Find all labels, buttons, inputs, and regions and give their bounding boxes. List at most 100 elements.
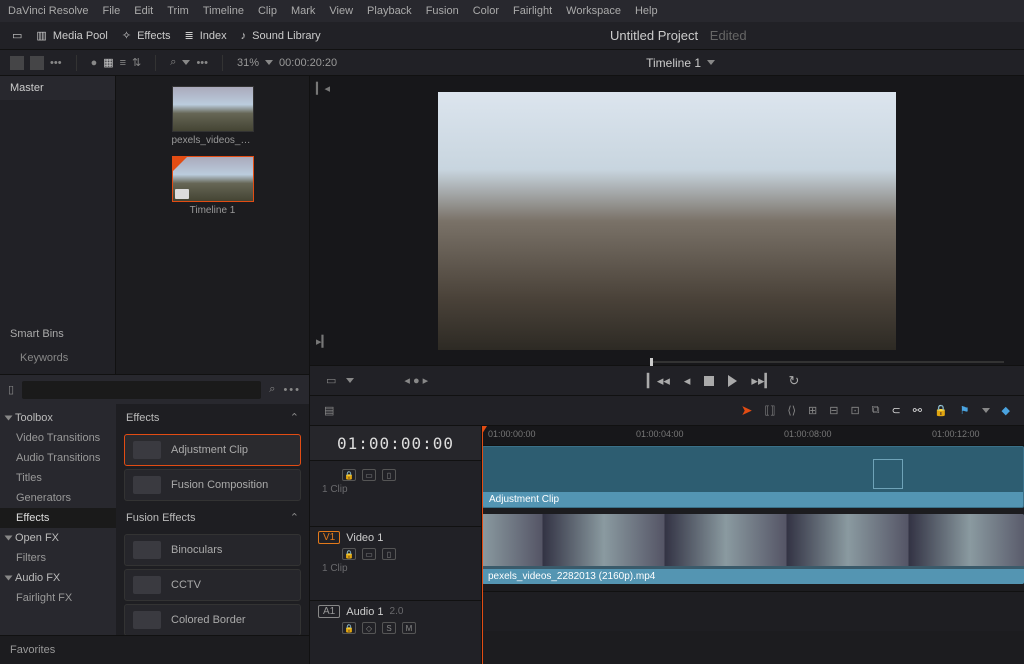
snapping-icon[interactable]: ⊂ xyxy=(892,404,901,417)
chevron-down-icon[interactable] xyxy=(182,60,190,65)
menu-item[interactable]: Timeline xyxy=(203,5,244,17)
skip-end-icon[interactable]: ▸▎ xyxy=(316,335,334,353)
menu-item[interactable]: Trim xyxy=(167,5,189,17)
viewer-frame[interactable] xyxy=(438,92,896,350)
track-badge[interactable]: V1 xyxy=(318,531,340,544)
step-forward-button[interactable]: ▸▸▎ xyxy=(751,373,774,389)
tree-effects[interactable]: Effects xyxy=(0,508,116,528)
effect-binoculars[interactable]: Binoculars xyxy=(124,534,301,566)
collapse-icon[interactable]: ⌃ xyxy=(290,411,299,424)
menu-item[interactable]: Help xyxy=(635,5,658,17)
stop-button[interactable] xyxy=(704,376,714,386)
track-badge[interactable]: A1 xyxy=(318,605,340,618)
menu-item[interactable]: Workspace xyxy=(566,5,621,17)
tree-video-transitions[interactable]: Video Transitions xyxy=(0,428,116,448)
skip-start-icon[interactable]: ▎◂ xyxy=(316,82,334,100)
loop-button[interactable]: ↻ xyxy=(788,373,799,389)
menu-item[interactable]: Playback xyxy=(367,5,412,17)
disable-icon[interactable]: ◇ xyxy=(362,622,376,634)
lock-icon[interactable]: 🔒 xyxy=(342,469,356,481)
layout-icon[interactable]: ▭ xyxy=(12,29,22,42)
search-icon[interactable]: ⌕ xyxy=(269,383,275,396)
sort-icon[interactable]: ⇅ xyxy=(132,56,141,69)
zoom-percent[interactable]: 31% xyxy=(237,57,259,69)
more-icon[interactable]: ••• xyxy=(196,57,208,69)
effect-colored-border[interactable]: Colored Border xyxy=(124,604,301,635)
insert-icon[interactable]: ⊞ xyxy=(808,404,817,417)
play-button[interactable] xyxy=(728,375,737,387)
timeline-tracks[interactable]: 01:00:00:00 01:00:04:00 01:00:08:00 01:0… xyxy=(482,426,1024,664)
effect-adjustment-clip[interactable]: Adjustment Clip xyxy=(124,434,301,466)
index-button[interactable]: ≣ Index xyxy=(185,29,227,42)
import-icon[interactable] xyxy=(10,56,24,70)
blade-tool-icon[interactable]: ⟨⟩ xyxy=(787,404,796,417)
record-icon[interactable]: ● xyxy=(91,57,98,69)
sync-icon[interactable] xyxy=(30,56,44,70)
selection-tool-icon[interactable]: ➤ xyxy=(741,402,753,419)
playhead[interactable] xyxy=(482,426,483,664)
step-back-button[interactable]: ◂ xyxy=(684,373,691,389)
panel-toggle-icon[interactable]: ▯ xyxy=(8,383,14,396)
list-view-icon[interactable]: ≡ xyxy=(120,57,126,69)
chevron-down-icon[interactable] xyxy=(707,60,715,65)
menu-item[interactable]: Edit xyxy=(134,5,153,17)
tree-fairlight-fx[interactable]: Fairlight FX xyxy=(0,588,116,608)
collapse-icon[interactable]: ⌃ xyxy=(290,511,299,524)
chevron-down-icon[interactable] xyxy=(346,378,354,383)
tree-toolbox[interactable]: Toolbox xyxy=(0,408,116,428)
timeline-name[interactable]: Timeline 1 xyxy=(646,56,701,70)
effect-fusion-composition[interactable]: Fusion Composition xyxy=(124,469,301,501)
tree-generators[interactable]: Generators xyxy=(0,488,116,508)
menu-item[interactable]: Color xyxy=(473,5,499,17)
media-thumbnail[interactable]: pexels_videos_22... xyxy=(172,86,254,146)
tree-openfx[interactable]: Open FX xyxy=(0,528,116,548)
solo-icon[interactable]: S xyxy=(382,622,396,634)
clip-adjustment[interactable]: Adjustment Clip xyxy=(482,446,1024,508)
menu-item[interactable]: Fusion xyxy=(426,5,459,17)
effects-search-input[interactable] xyxy=(22,381,261,399)
audio-track-lane[interactable] xyxy=(482,591,1024,631)
lock-icon[interactable]: 🔒 xyxy=(342,548,356,560)
chevron-down-icon[interactable] xyxy=(982,408,990,413)
effects-button[interactable]: ✧ Effects xyxy=(122,29,171,42)
clip-video[interactable]: pexels_videos_2282013 (2160p).mp4 xyxy=(482,514,1024,584)
menu-item[interactable]: Mark xyxy=(291,5,315,17)
lock-icon[interactable]: 🔒 xyxy=(342,622,356,634)
mute-icon[interactable]: M xyxy=(402,622,416,634)
prev-marker-icon[interactable]: ◂ ● ▸ xyxy=(404,374,428,387)
smart-bin-keywords[interactable]: Keywords xyxy=(0,346,115,370)
menu-item[interactable]: Fairlight xyxy=(513,5,552,17)
master-bin[interactable]: Master xyxy=(0,76,115,100)
effect-cctv[interactable]: CCTV xyxy=(124,569,301,601)
mute-icon[interactable]: ▯ xyxy=(382,469,396,481)
crop-icon[interactable]: ▭ xyxy=(326,374,336,387)
menu-item[interactable]: File xyxy=(103,5,121,17)
more-icon[interactable]: ••• xyxy=(50,57,62,69)
tree-audiofx[interactable]: Audio FX xyxy=(0,568,116,588)
sound-library-button[interactable]: ♪ Sound Library xyxy=(241,30,321,42)
media-pool-button[interactable]: ▥ Media Pool xyxy=(36,29,107,42)
favorites-section[interactable]: Favorites xyxy=(0,635,309,664)
scrubber-handle[interactable] xyxy=(650,358,653,366)
timeline-thumbnail[interactable]: Timeline 1 xyxy=(172,156,254,216)
tree-titles[interactable]: Titles xyxy=(0,468,116,488)
timeline-ruler[interactable]: 01:00:00:00 01:00:04:00 01:00:08:00 01:0… xyxy=(482,426,1024,446)
tree-filters[interactable]: Filters xyxy=(0,548,116,568)
search-icon[interactable]: ⌕ xyxy=(170,56,176,69)
overwrite-icon[interactable]: ⊟ xyxy=(829,404,838,417)
viewer-scrubber[interactable] xyxy=(650,361,1004,363)
mute-icon[interactable]: ▯ xyxy=(382,548,396,560)
lock-icon[interactable]: 🔒 xyxy=(934,404,948,417)
tree-audio-transitions[interactable]: Audio Transitions xyxy=(0,448,116,468)
trim-tool-icon[interactable]: ⟦⟧ xyxy=(765,404,776,417)
timeline-view-icon[interactable]: ▤ xyxy=(324,404,334,417)
disable-icon[interactable]: ▭ xyxy=(362,469,376,481)
go-to-start-button[interactable]: ▎◂◂ xyxy=(647,373,670,389)
more-icon[interactable]: ••• xyxy=(283,384,301,396)
flag-icon[interactable]: ⚑ xyxy=(960,404,970,417)
menu-item[interactable]: DaVinci Resolve xyxy=(8,5,89,17)
menu-item[interactable]: View xyxy=(329,5,353,17)
grid-view-icon[interactable]: ▦ xyxy=(103,56,113,69)
ripple-icon[interactable]: ⧉ xyxy=(872,404,880,417)
link-icon[interactable]: ⚯ xyxy=(913,404,922,417)
